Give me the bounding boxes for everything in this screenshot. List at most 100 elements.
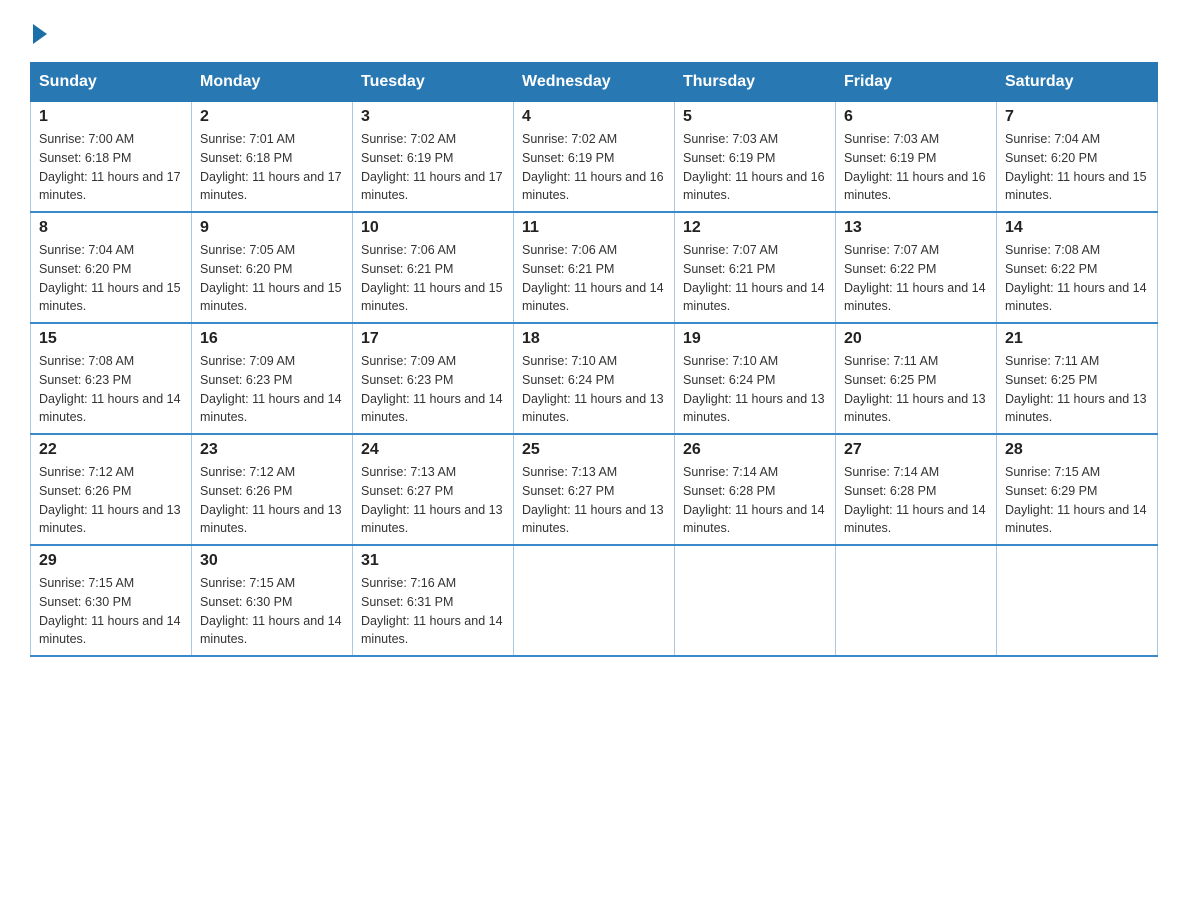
day-info: Sunrise: 7:10 AMSunset: 6:24 PMDaylight:… [522, 352, 666, 427]
calendar-week-3: 15 Sunrise: 7:08 AMSunset: 6:23 PMDayligh… [31, 323, 1158, 434]
day-number: 11 [522, 219, 666, 237]
day-info: Sunrise: 7:01 AMSunset: 6:18 PMDaylight:… [200, 130, 344, 205]
header-tuesday: Tuesday [353, 63, 514, 102]
day-info: Sunrise: 7:16 AMSunset: 6:31 PMDaylight:… [361, 574, 505, 649]
day-number: 26 [683, 441, 827, 459]
calendar-cell: 15 Sunrise: 7:08 AMSunset: 6:23 PMDayligh… [31, 323, 192, 434]
day-info: Sunrise: 7:12 AMSunset: 6:26 PMDaylight:… [39, 463, 183, 538]
calendar-cell: 21 Sunrise: 7:11 AMSunset: 6:25 PMDayligh… [997, 323, 1158, 434]
day-info: Sunrise: 7:05 AMSunset: 6:20 PMDaylight:… [200, 241, 344, 316]
day-info: Sunrise: 7:07 AMSunset: 6:21 PMDaylight:… [683, 241, 827, 316]
calendar-cell: 30 Sunrise: 7:15 AMSunset: 6:30 PMDayligh… [192, 545, 353, 656]
day-number: 15 [39, 330, 183, 348]
header-sunday: Sunday [31, 63, 192, 102]
calendar-table: SundayMondayTuesdayWednesdayThursdayFrid… [30, 62, 1158, 657]
day-info: Sunrise: 7:12 AMSunset: 6:26 PMDaylight:… [200, 463, 344, 538]
day-info: Sunrise: 7:09 AMSunset: 6:23 PMDaylight:… [361, 352, 505, 427]
calendar-cell: 27 Sunrise: 7:14 AMSunset: 6:28 PMDayligh… [836, 434, 997, 545]
day-info: Sunrise: 7:04 AMSunset: 6:20 PMDaylight:… [39, 241, 183, 316]
day-info: Sunrise: 7:13 AMSunset: 6:27 PMDaylight:… [361, 463, 505, 538]
calendar-cell: 18 Sunrise: 7:10 AMSunset: 6:24 PMDayligh… [514, 323, 675, 434]
day-number: 7 [1005, 108, 1149, 126]
day-number: 28 [1005, 441, 1149, 459]
day-info: Sunrise: 7:14 AMSunset: 6:28 PMDaylight:… [683, 463, 827, 538]
day-number: 21 [1005, 330, 1149, 348]
header-saturday: Saturday [997, 63, 1158, 102]
day-info: Sunrise: 7:04 AMSunset: 6:20 PMDaylight:… [1005, 130, 1149, 205]
day-number: 9 [200, 219, 344, 237]
day-number: 13 [844, 219, 988, 237]
day-number: 8 [39, 219, 183, 237]
day-info: Sunrise: 7:02 AMSunset: 6:19 PMDaylight:… [522, 130, 666, 205]
calendar-cell [836, 545, 997, 656]
calendar-week-5: 29 Sunrise: 7:15 AMSunset: 6:30 PMDayligh… [31, 545, 1158, 656]
calendar-cell: 8 Sunrise: 7:04 AMSunset: 6:20 PMDaylight… [31, 212, 192, 323]
day-info: Sunrise: 7:06 AMSunset: 6:21 PMDaylight:… [361, 241, 505, 316]
day-number: 19 [683, 330, 827, 348]
day-number: 31 [361, 552, 505, 570]
day-number: 6 [844, 108, 988, 126]
day-number: 10 [361, 219, 505, 237]
day-info: Sunrise: 7:15 AMSunset: 6:29 PMDaylight:… [1005, 463, 1149, 538]
day-number: 24 [361, 441, 505, 459]
day-number: 5 [683, 108, 827, 126]
day-info: Sunrise: 7:07 AMSunset: 6:22 PMDaylight:… [844, 241, 988, 316]
calendar-cell: 12 Sunrise: 7:07 AMSunset: 6:21 PMDayligh… [675, 212, 836, 323]
calendar-cell: 4 Sunrise: 7:02 AMSunset: 6:19 PMDaylight… [514, 102, 675, 213]
day-number: 20 [844, 330, 988, 348]
calendar-cell: 7 Sunrise: 7:04 AMSunset: 6:20 PMDaylight… [997, 102, 1158, 213]
calendar-cell: 31 Sunrise: 7:16 AMSunset: 6:31 PMDayligh… [353, 545, 514, 656]
header-friday: Friday [836, 63, 997, 102]
calendar-cell [514, 545, 675, 656]
day-number: 17 [361, 330, 505, 348]
calendar-week-2: 8 Sunrise: 7:04 AMSunset: 6:20 PMDaylight… [31, 212, 1158, 323]
calendar-cell: 9 Sunrise: 7:05 AMSunset: 6:20 PMDaylight… [192, 212, 353, 323]
day-info: Sunrise: 7:08 AMSunset: 6:23 PMDaylight:… [39, 352, 183, 427]
day-info: Sunrise: 7:11 AMSunset: 6:25 PMDaylight:… [1005, 352, 1149, 427]
day-number: 2 [200, 108, 344, 126]
calendar-cell: 13 Sunrise: 7:07 AMSunset: 6:22 PMDayligh… [836, 212, 997, 323]
logo [30, 20, 47, 44]
calendar-cell: 25Sunrise: 7:13 AMSunset: 6:27 PMDayligh… [514, 434, 675, 545]
day-info: Sunrise: 7:00 AMSunset: 6:18 PMDaylight:… [39, 130, 183, 205]
calendar-cell: 2 Sunrise: 7:01 AMSunset: 6:18 PMDaylight… [192, 102, 353, 213]
calendar-header-row: SundayMondayTuesdayWednesdayThursdayFrid… [31, 63, 1158, 102]
day-number: 14 [1005, 219, 1149, 237]
day-number: 23 [200, 441, 344, 459]
day-info: Sunrise: 7:11 AMSunset: 6:25 PMDaylight:… [844, 352, 988, 427]
calendar-cell: 22 Sunrise: 7:12 AMSunset: 6:26 PMDayligh… [31, 434, 192, 545]
day-number: 30 [200, 552, 344, 570]
day-number: 22 [39, 441, 183, 459]
calendar-cell: 28 Sunrise: 7:15 AMSunset: 6:29 PMDayligh… [997, 434, 1158, 545]
day-info: Sunrise: 7:15 AMSunset: 6:30 PMDaylight:… [200, 574, 344, 649]
calendar-week-1: 1Sunrise: 7:00 AMSunset: 6:18 PMDaylight… [31, 102, 1158, 213]
calendar-cell: 16Sunrise: 7:09 AMSunset: 6:23 PMDayligh… [192, 323, 353, 434]
calendar-cell: 6Sunrise: 7:03 AMSunset: 6:19 PMDaylight… [836, 102, 997, 213]
day-info: Sunrise: 7:10 AMSunset: 6:24 PMDaylight:… [683, 352, 827, 427]
calendar-cell: 20 Sunrise: 7:11 AMSunset: 6:25 PMDayligh… [836, 323, 997, 434]
calendar-cell: 10 Sunrise: 7:06 AMSunset: 6:21 PMDayligh… [353, 212, 514, 323]
day-info: Sunrise: 7:14 AMSunset: 6:28 PMDaylight:… [844, 463, 988, 538]
day-number: 25 [522, 441, 666, 459]
day-info: Sunrise: 7:06 AMSunset: 6:21 PMDaylight:… [522, 241, 666, 316]
day-info: Sunrise: 7:03 AMSunset: 6:19 PMDaylight:… [683, 130, 827, 205]
calendar-cell: 5 Sunrise: 7:03 AMSunset: 6:19 PMDaylight… [675, 102, 836, 213]
calendar-cell: 14Sunrise: 7:08 AMSunset: 6:22 PMDayligh… [997, 212, 1158, 323]
page-header [30, 20, 1158, 44]
header-monday: Monday [192, 63, 353, 102]
day-number: 29 [39, 552, 183, 570]
calendar-cell: 17 Sunrise: 7:09 AMSunset: 6:23 PMDayligh… [353, 323, 514, 434]
day-number: 12 [683, 219, 827, 237]
day-number: 16 [200, 330, 344, 348]
day-number: 18 [522, 330, 666, 348]
day-number: 4 [522, 108, 666, 126]
day-number: 27 [844, 441, 988, 459]
calendar-cell [997, 545, 1158, 656]
calendar-cell: 26 Sunrise: 7:14 AMSunset: 6:28 PMDayligh… [675, 434, 836, 545]
logo-arrow-icon [33, 24, 47, 44]
calendar-cell: 1Sunrise: 7:00 AMSunset: 6:18 PMDaylight… [31, 102, 192, 213]
header-thursday: Thursday [675, 63, 836, 102]
calendar-cell: 29Sunrise: 7:15 AMSunset: 6:30 PMDayligh… [31, 545, 192, 656]
day-number: 3 [361, 108, 505, 126]
calendar-cell: 3Sunrise: 7:02 AMSunset: 6:19 PMDaylight… [353, 102, 514, 213]
